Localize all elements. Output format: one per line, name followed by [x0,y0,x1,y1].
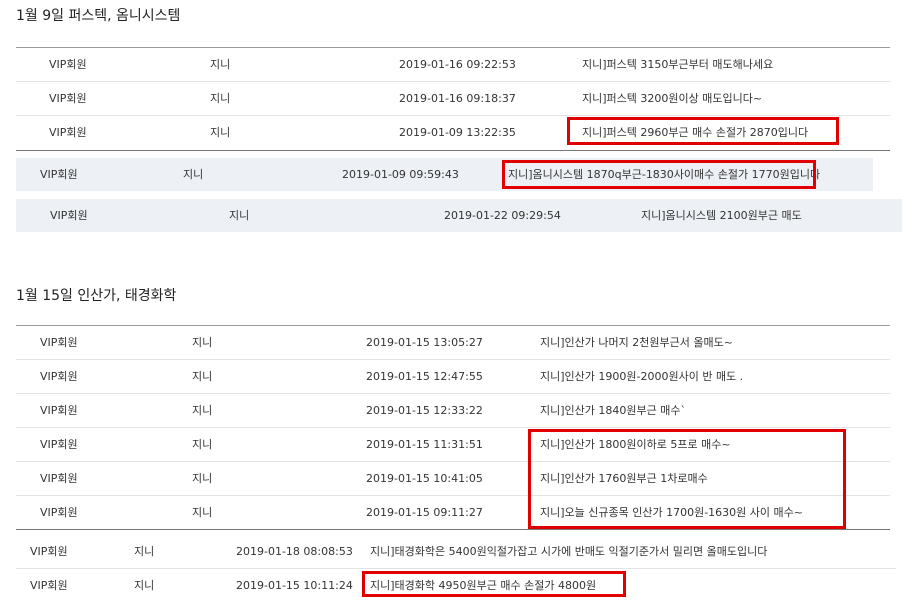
author-cell: 지니 [192,404,213,417]
table-row[interactable]: VIP회원 지니 2019-01-16 09:18:37 지니]퍼스텍 3200… [16,82,890,115]
table-row[interactable]: VIP회원 지니 2019-01-15 13:05:27 지니]인산가 나머지 … [16,326,890,359]
table-row[interactable]: VIP회원 지니 2019-01-22 09:29:54 지니]옴니시스템 21… [16,199,902,232]
author-cell: 지니 [183,168,204,181]
grade-cell: VIP회원 [30,579,68,592]
author-cell: 지니 [210,92,231,105]
date-cell: 2019-01-15 12:47:55 [366,370,483,383]
author-cell: 지니 [192,472,213,485]
subject-link[interactable]: 지니]옴니시스템 2100원부근 매도 [641,199,802,232]
grade-cell: VIP회원 [49,126,87,139]
grade-cell: VIP회원 [40,168,78,181]
grade-cell: VIP회원 [40,506,78,519]
grade-cell: VIP회원 [30,545,68,558]
table-row[interactable]: VIP회원 지니 2019-01-18 08:08:53 지니]태경화학은 54… [16,535,896,568]
date-cell: 2019-01-09 09:59:43 [342,168,459,181]
row-divider [16,529,890,530]
author-cell: 지니 [192,336,213,349]
date-cell: 2019-01-22 09:29:54 [444,209,561,222]
author-cell: 지니 [210,58,231,71]
grade-cell: VIP회원 [49,92,87,105]
author-cell: 지니 [192,438,213,451]
grade-cell: VIP회원 [40,438,78,451]
date-cell: 2019-01-15 12:33:22 [366,404,483,417]
grade-cell: VIP회원 [40,370,78,383]
date-cell: 2019-01-15 10:41:05 [366,472,483,485]
author-cell: 지니 [192,370,213,383]
author-cell: 지니 [134,545,155,558]
date-cell: 2019-01-15 09:11:27 [366,506,483,519]
subject-link[interactable]: 지니]인산가 나머지 2천원부근서 올매도~ [540,326,733,359]
grade-cell: VIP회원 [40,472,78,485]
date-cell: 2019-01-15 13:05:27 [366,336,483,349]
highlight-box [362,571,626,597]
grade-cell: VIP회원 [40,404,78,417]
table-row[interactable]: VIP회원 지니 2019-01-16 09:22:53 지니]퍼스텍 3150… [16,48,890,81]
highlight-box [502,160,816,189]
subject-link[interactable]: 지니]태경화학은 5400원익절가잡고 시가에 반매도 익절기준가서 밀리면 올… [370,535,767,568]
subject-link[interactable]: 지니]인산가 1900원-2000원사이 반 매도 . [540,360,743,393]
author-cell: 지니 [210,126,231,139]
date-cell: 2019-01-18 08:08:53 [236,545,353,558]
author-cell: 지니 [134,579,155,592]
date-cell: 2019-01-16 09:22:53 [399,58,516,71]
section-title-1: 1월 9일 퍼스텍, 옴니시스템 [16,8,181,24]
grade-cell: VIP회원 [40,336,78,349]
grade-cell: VIP회원 [49,58,87,71]
grade-cell: VIP회원 [50,209,88,222]
author-cell: 지니 [192,506,213,519]
section-title-2: 1월 15일 인산가, 태경화학 [16,288,177,304]
subject-link[interactable]: 지니]퍼스텍 3150부근부터 매도해나세요 [582,48,773,81]
table-row[interactable]: VIP회원 지니 2019-01-15 12:47:55 지니]인산가 1900… [16,360,890,393]
highlight-box [528,429,846,529]
row-divider [16,150,890,151]
date-cell: 2019-01-15 11:31:51 [366,438,483,451]
table-row[interactable]: VIP회원 지니 2019-01-15 12:33:22 지니]인산가 1840… [16,394,890,427]
subject-link[interactable]: 지니]퍼스텍 3200원이상 매도입니다~ [582,82,762,115]
author-cell: 지니 [229,209,250,222]
date-cell: 2019-01-15 10:11:24 [236,579,353,592]
date-cell: 2019-01-09 13:22:35 [399,126,516,139]
date-cell: 2019-01-16 09:18:37 [399,92,516,105]
highlight-box [567,117,839,145]
subject-link[interactable]: 지니]인산가 1840원부근 매수` [540,394,686,427]
